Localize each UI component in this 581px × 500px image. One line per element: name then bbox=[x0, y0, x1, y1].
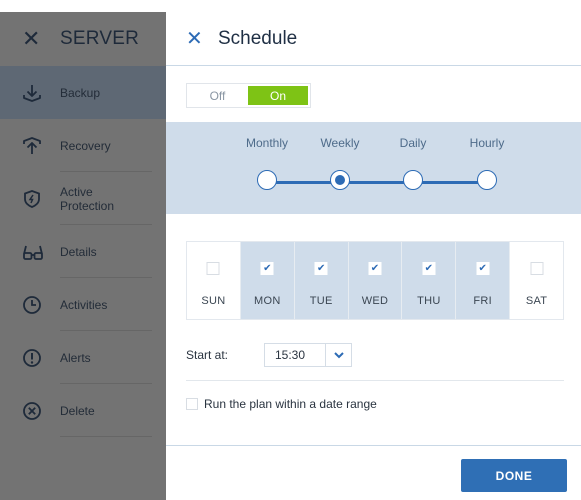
schedule-toggle[interactable]: Off On bbox=[186, 83, 311, 108]
schedule-panel: ✕ Schedule Off On Monthly Weekly Daily H… bbox=[166, 12, 581, 500]
day-label: SAT bbox=[525, 295, 548, 307]
frequency-label-monthly: Monthly bbox=[245, 136, 289, 150]
day-label: WED bbox=[361, 295, 389, 307]
frequency-label-hourly: Hourly bbox=[469, 136, 505, 150]
toggle-off-option[interactable]: Off bbox=[187, 84, 248, 107]
sidebar-item-label: Details bbox=[60, 244, 97, 259]
sidebar-item-label: Delete bbox=[60, 403, 95, 418]
done-button[interactable]: DONE bbox=[461, 459, 567, 492]
sidebar-item-active-protection[interactable]: Active Protection bbox=[0, 172, 166, 225]
frequency-radio-weekly[interactable] bbox=[330, 170, 350, 190]
toggle-on-option[interactable]: On bbox=[247, 86, 308, 105]
start-time-row: Start at: 15:30 bbox=[186, 343, 352, 367]
day-label: MON bbox=[254, 295, 281, 307]
day-sun[interactable]: SUN bbox=[187, 242, 240, 319]
date-range-option[interactable]: Run the plan within a date range bbox=[186, 397, 377, 411]
day-tue[interactable]: ✔ TUE bbox=[293, 242, 348, 319]
sidebar-item-label: Alerts bbox=[60, 350, 91, 365]
day-sat[interactable]: SAT bbox=[509, 242, 564, 319]
day-label: THU bbox=[417, 295, 441, 307]
frequency-radio-daily[interactable] bbox=[403, 170, 423, 190]
start-time-label: Start at: bbox=[186, 348, 229, 362]
check-icon[interactable]: ✔ bbox=[476, 262, 490, 275]
sidebar-item-activities[interactable]: Activities bbox=[0, 278, 166, 331]
recovery-icon bbox=[22, 136, 60, 156]
sidebar-item-label: Active Protection bbox=[60, 184, 115, 213]
chevron-down-icon[interactable] bbox=[325, 344, 351, 366]
backup-icon bbox=[22, 83, 60, 103]
day-thu[interactable]: ✔ THU bbox=[401, 242, 456, 319]
day-fri[interactable]: ✔ FRI bbox=[455, 242, 510, 319]
alert-icon bbox=[22, 348, 60, 368]
day-label: FRI bbox=[473, 295, 493, 307]
sidebar-item-delete[interactable]: Delete bbox=[0, 384, 166, 437]
sidebar-item-backup[interactable]: Backup bbox=[0, 66, 166, 119]
day-mon[interactable]: ✔ MON bbox=[239, 242, 294, 319]
panel-header: ✕ Schedule bbox=[166, 12, 581, 66]
frequency-label-weekly: Weekly bbox=[320, 136, 360, 150]
day-checkbox[interactable] bbox=[206, 262, 220, 275]
check-icon[interactable]: ✔ bbox=[260, 262, 274, 275]
date-range-label: Run the plan within a date range bbox=[204, 397, 377, 411]
divider bbox=[186, 380, 564, 381]
footer-divider bbox=[166, 445, 581, 446]
weekday-selector: SUN ✔ MON ✔ TUE ✔ WED ✔ THU ✔ FRI SAT bbox=[186, 241, 564, 320]
start-time-value[interactable]: 15:30 bbox=[265, 348, 325, 362]
day-label: SUN bbox=[201, 295, 226, 307]
day-wed[interactable]: ✔ WED bbox=[347, 242, 402, 319]
close-icon[interactable]: ✕ bbox=[22, 26, 60, 52]
sidebar-title: SERVER bbox=[60, 28, 139, 49]
start-time-select[interactable]: 15:30 bbox=[264, 343, 352, 367]
day-label: TUE bbox=[309, 295, 333, 307]
sidebar-item-alerts[interactable]: Alerts bbox=[0, 331, 166, 384]
sidebar-item-recovery[interactable]: Recovery bbox=[0, 119, 166, 172]
shield-icon bbox=[22, 189, 60, 209]
sidebar-item-label: Backup bbox=[60, 85, 101, 100]
frequency-radio-hourly[interactable] bbox=[477, 170, 497, 190]
sidebar-header: ✕ SERVER bbox=[0, 12, 166, 66]
day-checkbox[interactable] bbox=[530, 262, 544, 275]
frequency-radio-monthly[interactable] bbox=[257, 170, 277, 190]
clock-icon bbox=[22, 295, 60, 315]
sidebar: ✕ SERVER Backup Recovery Active Protecti… bbox=[0, 12, 166, 500]
frequency-selector: Monthly Weekly Daily Hourly bbox=[166, 122, 581, 214]
frequency-label-daily: Daily bbox=[399, 136, 427, 150]
sidebar-item-label: Activities bbox=[60, 297, 108, 312]
frequency-track bbox=[269, 181, 486, 184]
date-range-checkbox[interactable] bbox=[186, 398, 198, 410]
page-title: Schedule bbox=[218, 27, 298, 49]
close-icon[interactable]: ✕ bbox=[186, 26, 218, 51]
sidebar-item-details[interactable]: Details bbox=[0, 225, 166, 278]
check-icon[interactable]: ✔ bbox=[368, 262, 382, 275]
check-icon[interactable]: ✔ bbox=[314, 262, 328, 275]
check-icon[interactable]: ✔ bbox=[422, 262, 436, 275]
delete-icon bbox=[22, 401, 60, 421]
glasses-icon bbox=[22, 242, 60, 262]
sidebar-item-label: Recovery bbox=[60, 138, 111, 153]
